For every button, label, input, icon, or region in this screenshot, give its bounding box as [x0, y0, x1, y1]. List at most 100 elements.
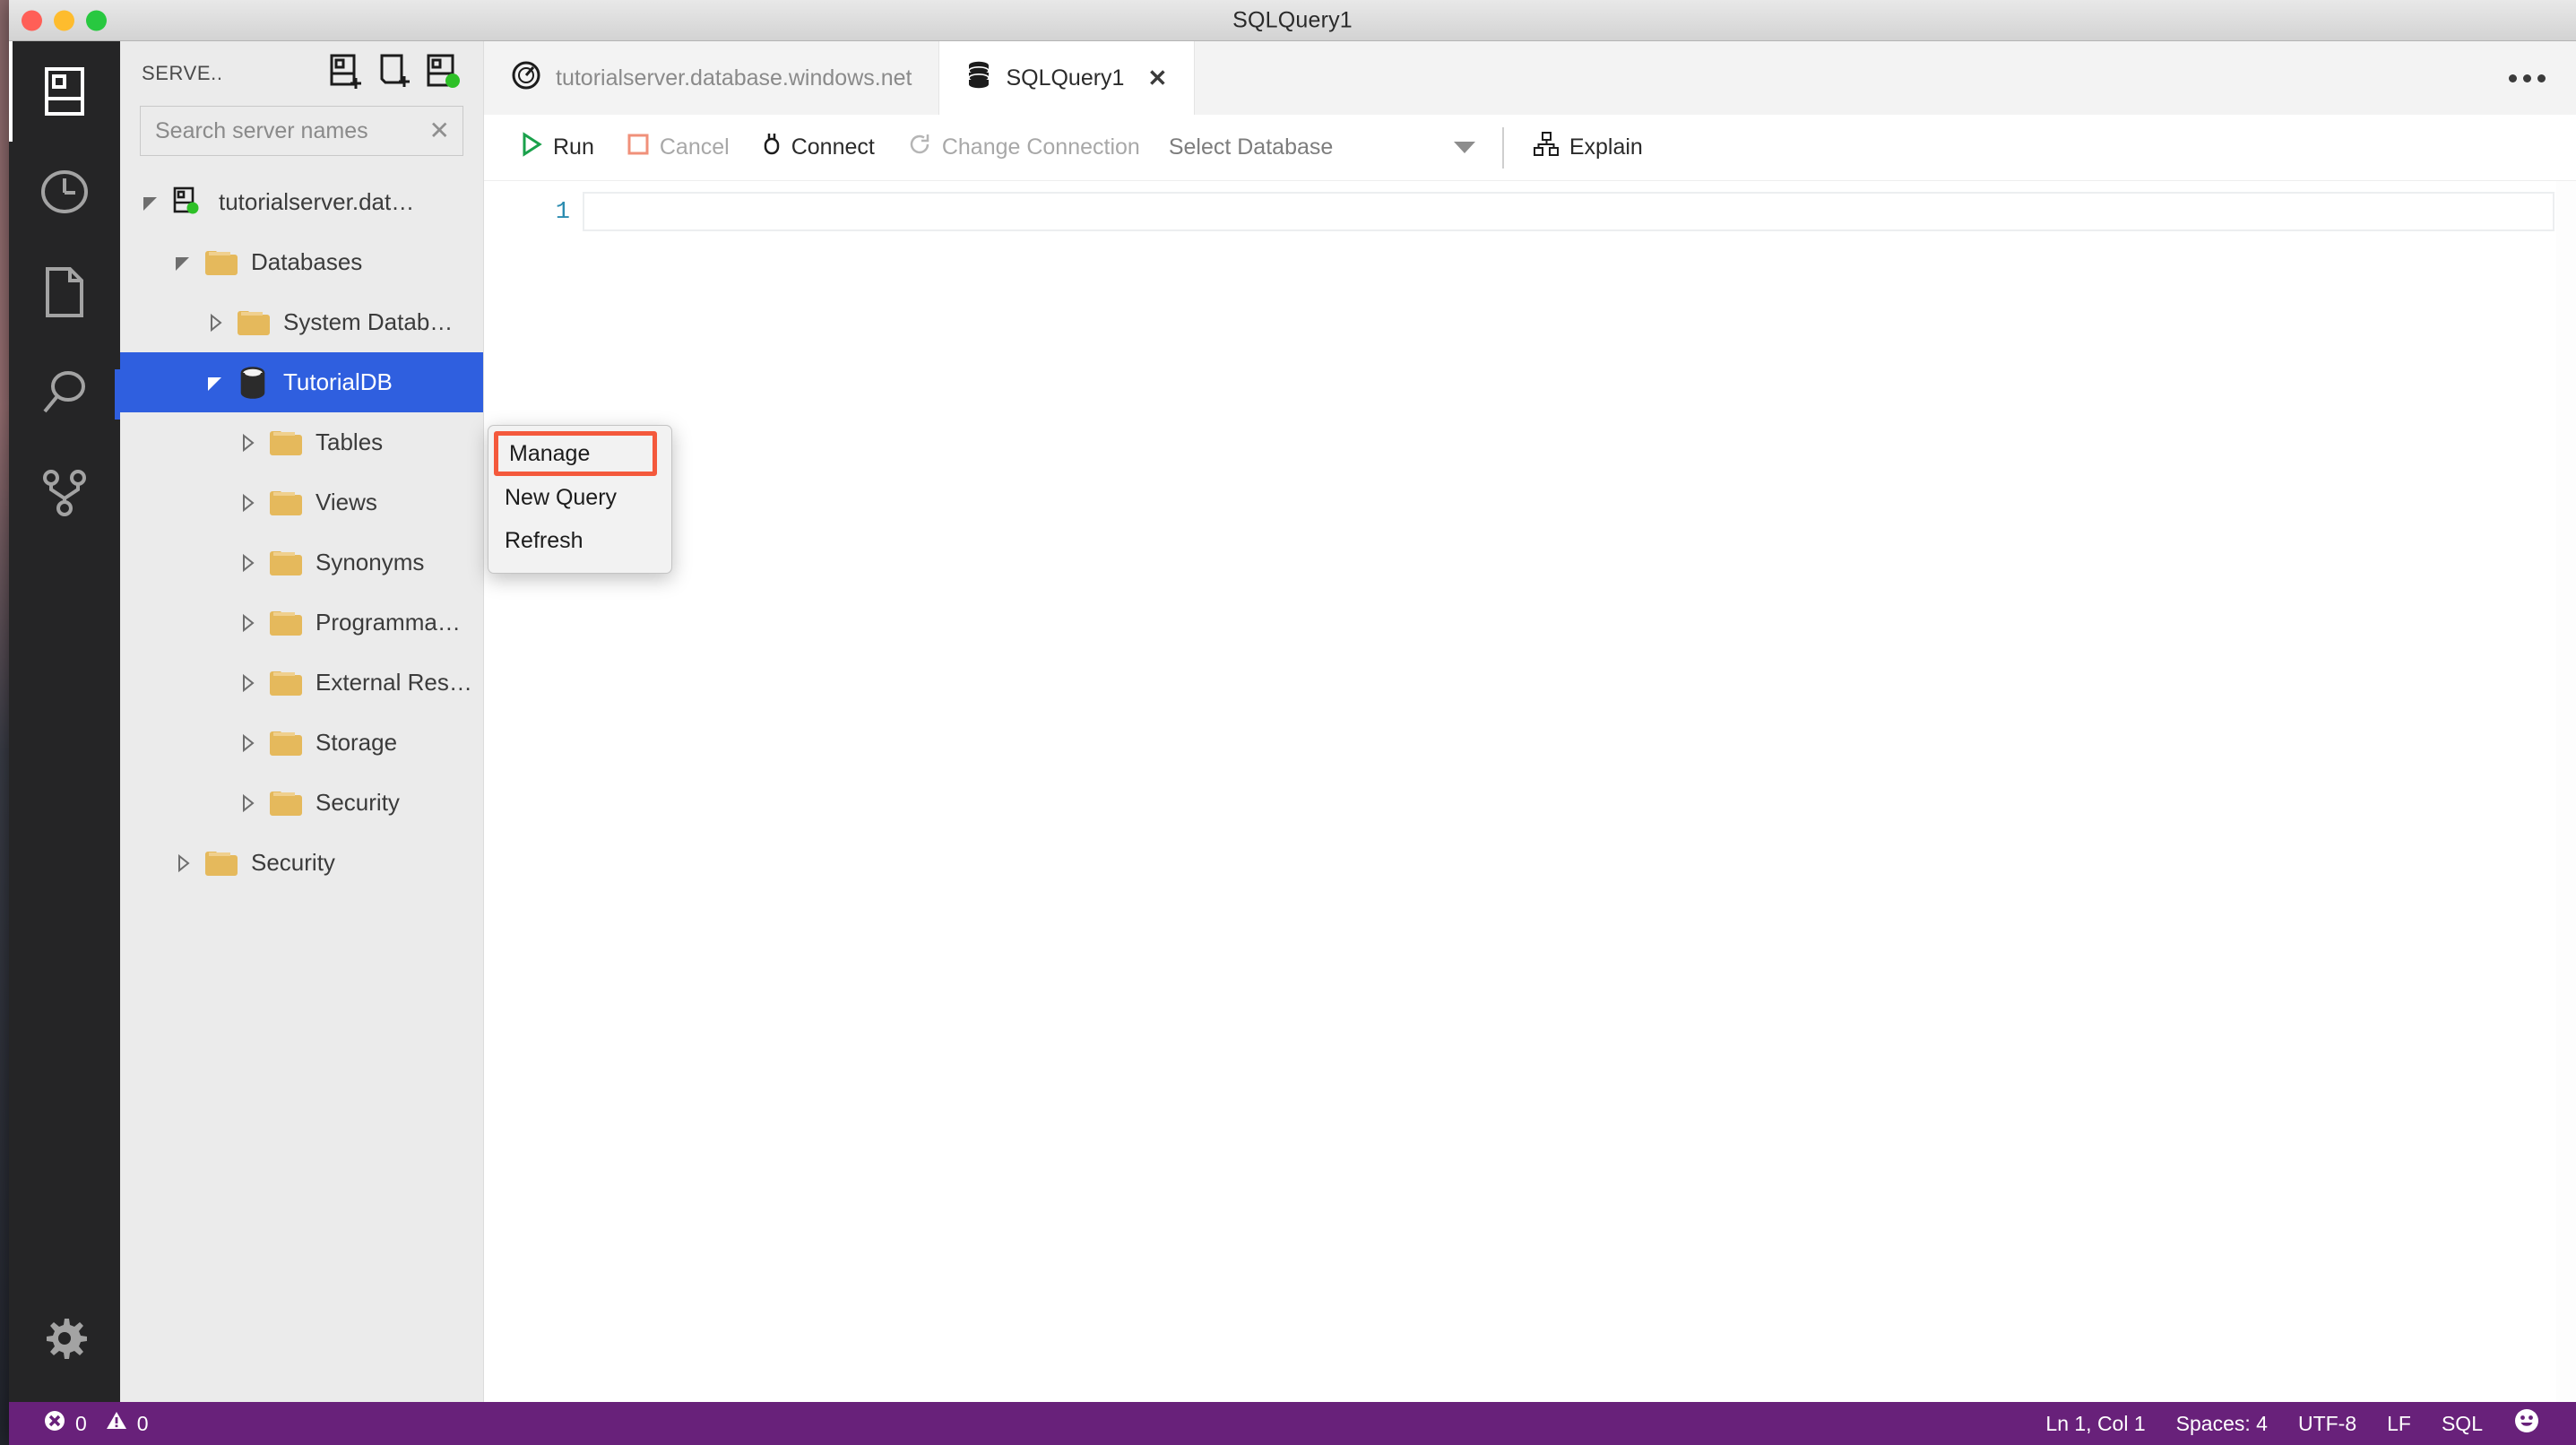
- activity-item-servers[interactable]: [9, 41, 120, 142]
- chevron-down-icon[interactable]: [197, 372, 233, 394]
- tab-dashboard[interactable]: tutorialserver.database.windows.net: [484, 41, 940, 115]
- chevron-right-icon[interactable]: [229, 672, 265, 694]
- connect-button[interactable]: Connect: [746, 115, 891, 180]
- tree-item-label: Security: [316, 789, 400, 816]
- database-icon: [233, 366, 272, 400]
- tree-item[interactable]: Databases: [120, 232, 483, 292]
- title-bar: SQLQuery1: [9, 0, 2576, 41]
- activity-item-history[interactable]: [9, 142, 120, 242]
- cancel-button[interactable]: Cancel: [610, 115, 746, 180]
- tree-item[interactable]: Storage: [120, 713, 483, 773]
- server-tree: tutorialserver.dat… Databases System Datab…: [120, 172, 483, 1402]
- search-icon: [39, 367, 91, 419]
- tree-item-label: External Res…: [316, 669, 472, 696]
- folder-icon: [265, 489, 305, 517]
- tree-item[interactable]: Security: [120, 773, 483, 833]
- tab-label: SQLQuery1: [1006, 65, 1125, 91]
- tree-item[interactable]: Synonyms: [120, 532, 483, 593]
- status-bar-left: 0 0: [9, 1409, 161, 1438]
- query-toolbar: Run Cancel Connect Change Connection Sel…: [484, 115, 2576, 181]
- folder-icon: [201, 849, 240, 878]
- activity-bar: [9, 41, 120, 1402]
- tree-item[interactable]: External Res…: [120, 653, 483, 713]
- sql-editor[interactable]: 1: [484, 181, 2576, 1402]
- status-eol[interactable]: LF: [2374, 1412, 2424, 1436]
- status-language-mode[interactable]: SQL: [2429, 1412, 2495, 1436]
- chevron-right-icon[interactable]: [229, 552, 265, 574]
- chevron-right-icon[interactable]: [229, 432, 265, 454]
- change-connection-label: Change Connection: [941, 134, 1140, 160]
- source-control-icon: [40, 468, 89, 518]
- explain-plan-icon: [1533, 131, 1560, 164]
- gear-icon: [41, 1315, 88, 1366]
- chevron-right-icon[interactable]: [229, 612, 265, 634]
- folder-icon: [265, 789, 305, 818]
- add-connection-button[interactable]: [322, 49, 370, 98]
- folder-icon: [265, 609, 305, 637]
- context-menu-item[interactable]: New Query: [488, 476, 671, 519]
- change-connection-button[interactable]: Change Connection: [891, 115, 1156, 180]
- tree-item[interactable]: TutorialDB: [120, 352, 483, 412]
- status-bar: 0 0 Ln 1, Col 1 Spaces: 4 UTF-8 LF SQL: [9, 1402, 2576, 1445]
- active-connections-button[interactable]: [419, 49, 467, 98]
- add-server-group-icon: [376, 53, 412, 95]
- clear-search-icon[interactable]: ✕: [429, 118, 450, 143]
- activity-item-search[interactable]: [9, 342, 120, 443]
- chevron-down-icon[interactable]: [165, 252, 201, 273]
- folder-icon: [265, 549, 305, 577]
- plug-icon: [762, 131, 782, 164]
- explain-button[interactable]: Explain: [1517, 115, 1659, 180]
- chevron-down-icon[interactable]: [133, 192, 169, 213]
- tree-item[interactable]: Views: [120, 472, 483, 532]
- status-bar-right: Ln 1, Col 1 Spaces: 4 UTF-8 LF SQL: [2033, 1407, 2576, 1440]
- window-body: SERVE.. Search server names ✕ tutorialse…: [9, 41, 2576, 1402]
- sidebar-title: SERVE..: [142, 62, 223, 84]
- chevron-right-icon[interactable]: [229, 792, 265, 814]
- tree-item-label: Tables: [316, 428, 384, 455]
- folder-icon: [265, 729, 305, 757]
- run-button[interactable]: Run: [504, 115, 610, 180]
- chevron-right-icon[interactable]: [165, 852, 201, 874]
- context-menu-item[interactable]: Manage: [494, 431, 657, 476]
- tree-item[interactable]: tutorialserver.dat…: [120, 172, 483, 232]
- more-actions-button[interactable]: [2478, 41, 2576, 115]
- warning-icon: [105, 1409, 128, 1438]
- error-count: 0: [75, 1411, 87, 1435]
- editor-scrollbar[interactable]: [2556, 181, 2576, 1402]
- play-icon: [520, 132, 543, 163]
- tab-label: tutorialserver.database.windows.net: [556, 65, 912, 91]
- tree-item-label: Synonyms: [316, 549, 425, 575]
- activity-item-file[interactable]: [9, 242, 120, 342]
- tree-item[interactable]: Programma…: [120, 593, 483, 653]
- tree-item[interactable]: Security: [120, 833, 483, 893]
- chevron-right-icon[interactable]: [229, 492, 265, 514]
- status-problems[interactable]: 0 0: [30, 1409, 161, 1438]
- context-menu-item[interactable]: Refresh: [488, 519, 671, 562]
- search-input[interactable]: Search server names ✕: [140, 106, 463, 156]
- editor-group: tutorialserver.database.windows.net SQLQ…: [484, 41, 2576, 1402]
- editor-code-area[interactable]: [583, 181, 2576, 1402]
- add-server-group-button[interactable]: [370, 49, 419, 98]
- application-window: SQLQuery1 SERVE.. Search server names ✕ …: [9, 0, 2576, 1445]
- status-cursor-position[interactable]: Ln 1, Col 1: [2033, 1412, 2157, 1436]
- status-indentation[interactable]: Spaces: 4: [2164, 1412, 2280, 1436]
- tab-sqlquery1[interactable]: SQLQuery1 ✕: [939, 41, 1196, 115]
- clock-icon: [39, 167, 90, 217]
- sidebar-header: SERVE..: [120, 41, 483, 106]
- tree-item[interactable]: System Datab…: [120, 292, 483, 352]
- folder-icon: [265, 428, 305, 457]
- close-tab-icon[interactable]: ✕: [1147, 65, 1167, 92]
- ellipsis-icon: [2509, 74, 2546, 82]
- tree-item[interactable]: Tables: [120, 412, 483, 472]
- status-feedback[interactable]: [2501, 1407, 2553, 1440]
- dashboard-icon: [511, 60, 541, 97]
- file-icon: [42, 266, 87, 318]
- chevron-right-icon[interactable]: [229, 732, 265, 754]
- activity-item-source-control[interactable]: [9, 443, 120, 543]
- database-select[interactable]: Select Database: [1156, 115, 1497, 180]
- connect-label: Connect: [791, 134, 875, 160]
- activity-item-manage[interactable]: [9, 1315, 120, 1366]
- tree-item-label: Views: [316, 489, 377, 515]
- chevron-right-icon[interactable]: [197, 312, 233, 333]
- status-encoding[interactable]: UTF-8: [2286, 1412, 2369, 1436]
